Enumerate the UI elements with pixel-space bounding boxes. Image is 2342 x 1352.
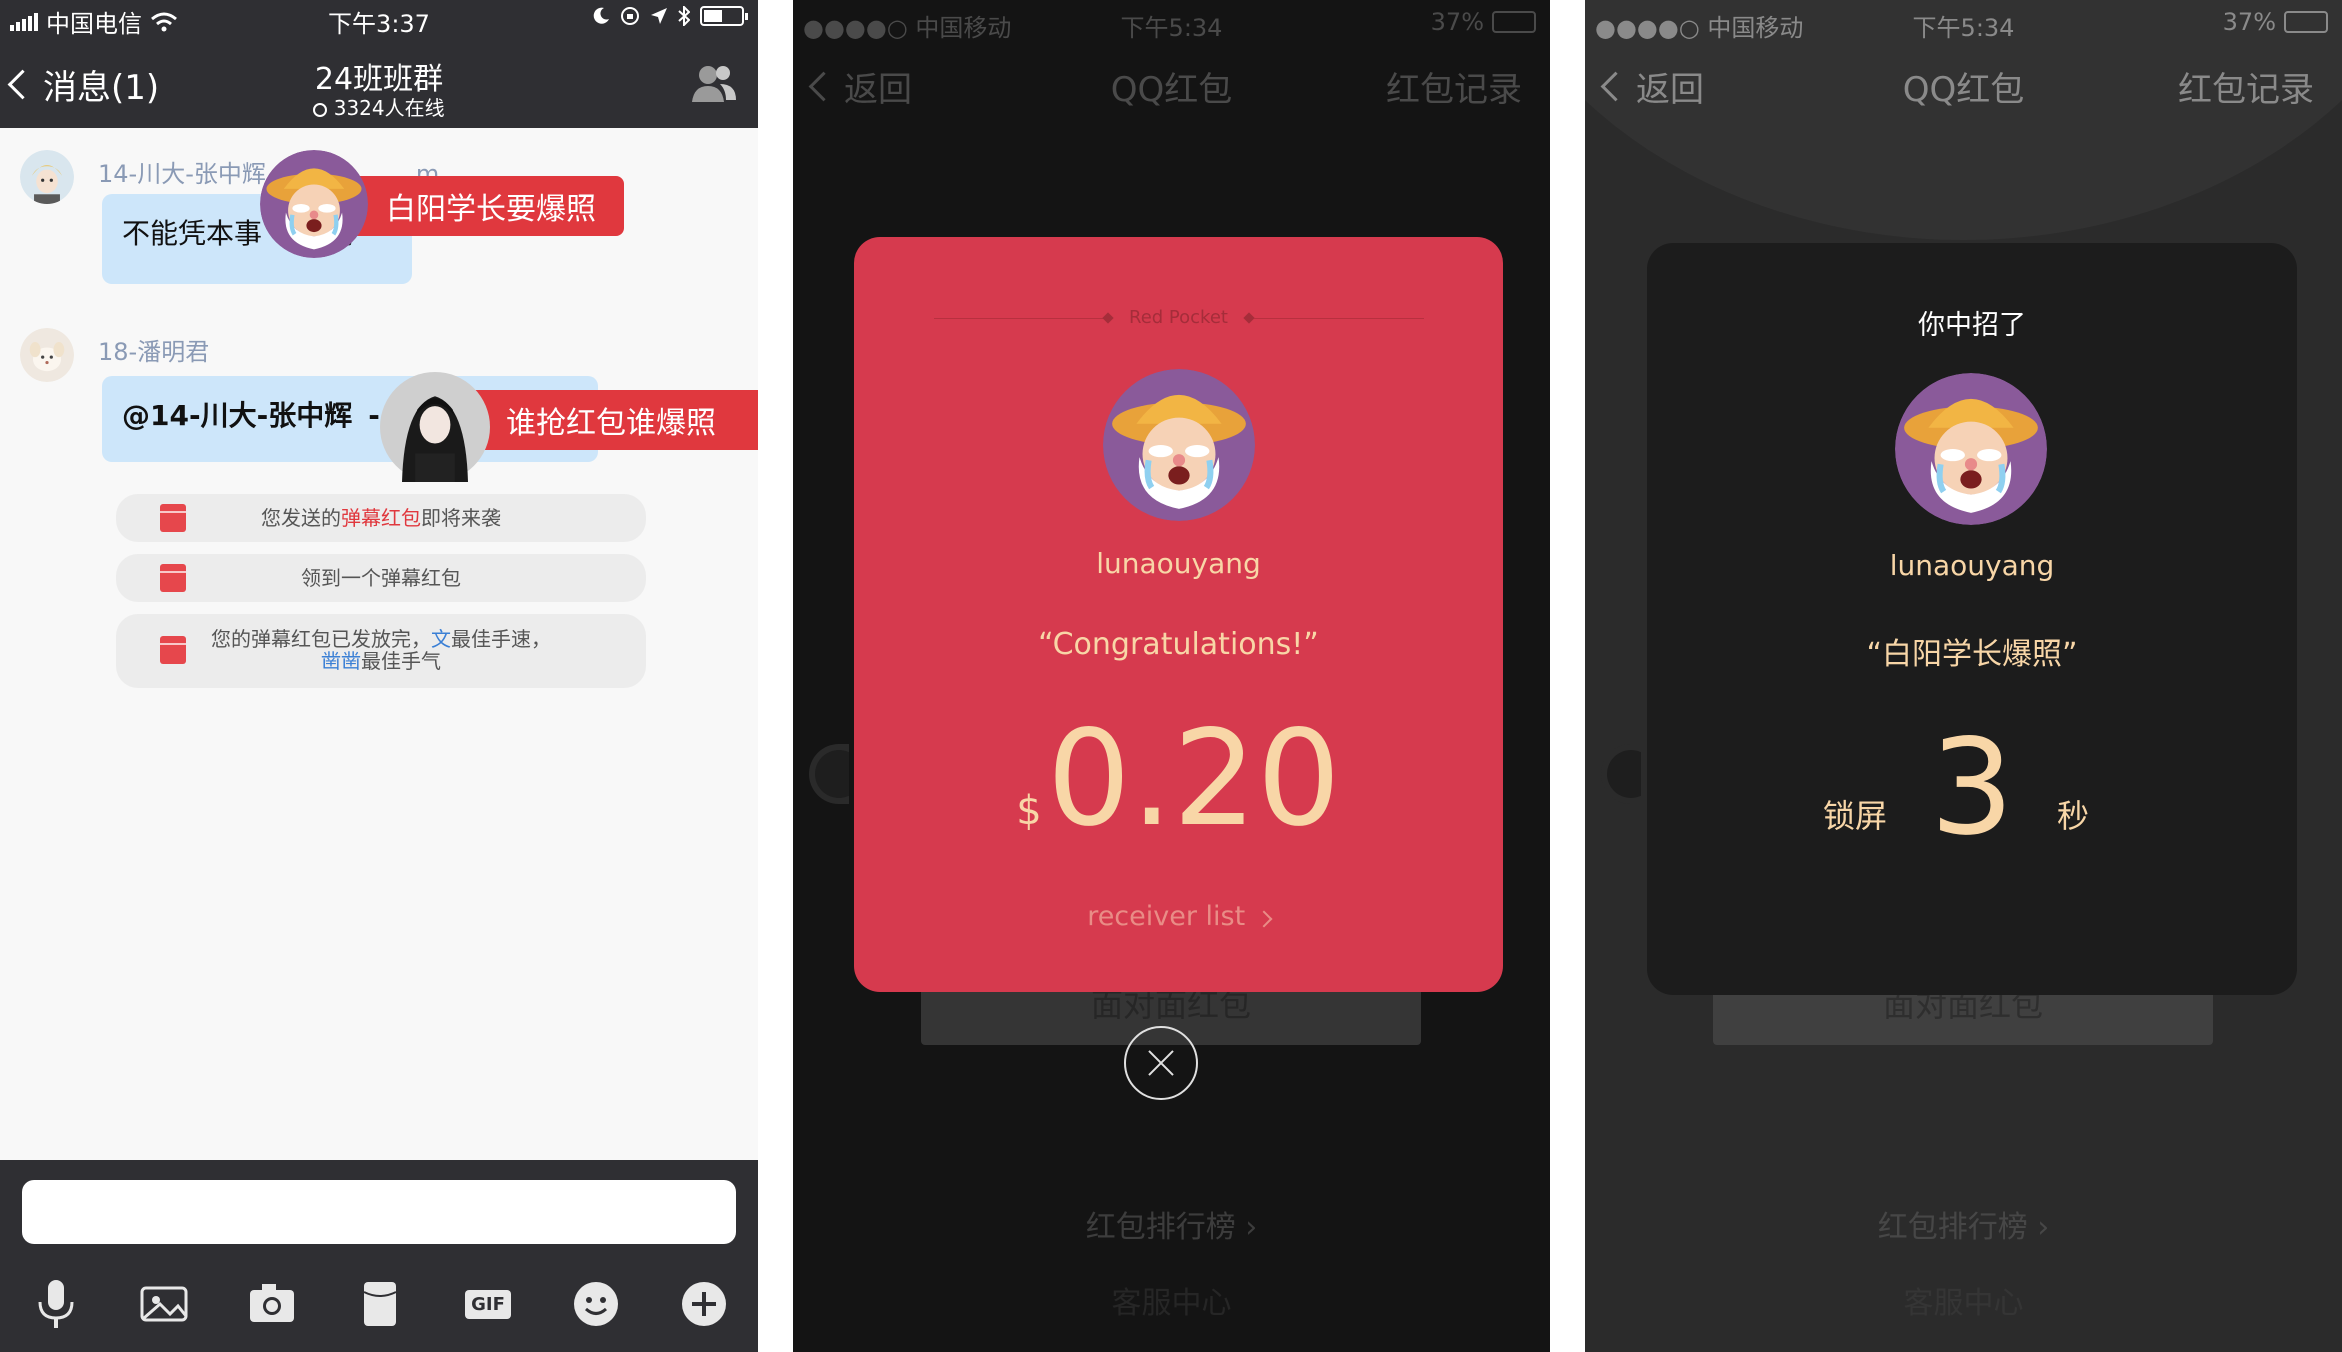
sender-username: lunaouyang [1096, 547, 1261, 580]
battery-icon [1492, 11, 1536, 33]
input-toolbar: GIF [0, 1160, 758, 1352]
camera-icon[interactable] [242, 1274, 302, 1334]
sender-avatar [1895, 373, 2047, 525]
red-packet-icon [160, 564, 186, 592]
lock-countdown: 锁屏 3 秒 [1647, 711, 2297, 865]
plus-icon[interactable] [674, 1274, 734, 1334]
online-icon [313, 102, 328, 117]
online-label: 3324人在线 [333, 96, 445, 120]
red-pocket-screen: ●●●●○ 中国移动 下午5:34 37% 返回 QQ红包 红包记录 面对面红包… [793, 0, 1550, 1352]
sender-username: lunaouyang [1889, 549, 2055, 582]
nav-bar: 返回 QQ红包 红包记录 [1585, 50, 2342, 120]
lock-screen-prank: ●●●●○ 中国移动 下午5:34 37% 返回 QQ红包 红包记录 面对面红包… [1585, 0, 2342, 1352]
receiver-list-link[interactable]: receiver list [854, 901, 1503, 932]
message-input[interactable] [22, 1180, 736, 1244]
bluetooth-icon [678, 6, 690, 26]
online-count: 3324人在线 [0, 92, 758, 121]
divider [1254, 318, 1424, 319]
microphone-icon[interactable] [26, 1274, 86, 1334]
ranking-link[interactable]: 红包排行榜 › [793, 1202, 1550, 1246]
red-packet-link[interactable]: 弹幕红包 [341, 506, 421, 530]
close-button[interactable] [1124, 1026, 1198, 1100]
sender-avatar [1103, 369, 1255, 521]
red-packet-icon [160, 636, 186, 664]
currency-symbol: $ [1016, 788, 1042, 834]
danmu-text: 谁抢红包谁爆照 [506, 406, 716, 441]
red-packet-icon[interactable] [350, 1274, 410, 1334]
prank-card: 你中招了 lunaouyang “白阳学长爆照” 锁屏 3 秒 [1647, 243, 2297, 995]
avatar[interactable] [20, 328, 74, 382]
countdown-seconds: 3 [1930, 711, 2014, 865]
danmu-text: 白阳学长要爆照 [386, 192, 596, 227]
avatar [809, 744, 849, 804]
danmu-avatar [380, 372, 490, 482]
ranking-link[interactable]: 红包排行榜 › [1585, 1202, 2342, 1246]
amount: $ 0.20 [854, 702, 1503, 856]
group-members-icon[interactable] [690, 62, 738, 104]
battery-icon [2284, 11, 2328, 33]
photo-icon[interactable] [134, 1274, 194, 1334]
service-link[interactable]: 客服中心 [793, 1278, 1550, 1322]
moon-icon [593, 7, 609, 24]
emoji-icon[interactable] [566, 1274, 626, 1334]
red-pocket-card: Red Pocket lunaouyang “Congratulations!”… [854, 237, 1503, 992]
amount-value: 0.20 [1046, 702, 1341, 856]
system-message: 您的弹幕红包已发放完，文最佳手速， 凿凿最佳手气 [116, 614, 646, 688]
sender-name: 18-潘明君 [98, 338, 210, 366]
battery-label: 37% [1430, 8, 1484, 36]
nav-bar: 返回 QQ红包 红包记录 [793, 50, 1550, 120]
chat-screen: 中国电信 下午3:37 消息(1) 24班班群 3324人在线 14-川大-张中… [0, 0, 758, 1352]
user-link[interactable]: 凿凿 [321, 649, 361, 673]
records-link[interactable]: 红包记录 [2178, 62, 2314, 111]
avatar [1601, 744, 1641, 804]
chevron-right-icon [1255, 910, 1273, 928]
location-icon [651, 8, 667, 24]
danmu-bullet: 白阳学长要爆照 [334, 176, 624, 236]
system-message: 领到一个弹幕红包 [116, 554, 646, 602]
battery-label: 37% [2222, 8, 2276, 36]
status-bar: 中国电信 下午3:37 [0, 0, 758, 40]
user-link[interactable]: 文 [431, 627, 451, 651]
battery-icon [700, 6, 748, 26]
greeting-text: “Congratulations!” [1038, 627, 1319, 662]
system-message: 您发送的弹幕红包即将来袭 [116, 494, 646, 542]
avatar[interactable] [20, 150, 74, 204]
prank-message: “白阳学长爆照” [1866, 637, 2078, 672]
records-link[interactable]: 红包记录 [1386, 62, 1522, 111]
danmu-avatar [260, 150, 368, 258]
status-bar: ●●●●○ 中国移动 下午5:34 37% [1585, 0, 2342, 44]
rotation-lock-icon [621, 7, 639, 25]
status-bar: ●●●●○ 中国移动 下午5:34 37% [793, 0, 1550, 44]
seconds-unit: 秒 [2057, 797, 2090, 835]
chat-nav-bar: 消息(1) 24班班群 3324人在线 [0, 40, 758, 128]
red-packet-icon [160, 504, 186, 532]
service-link[interactable]: 客服中心 [1585, 1278, 2342, 1322]
prank-heading: 你中招了 [1918, 310, 2026, 341]
gif-icon[interactable]: GIF [458, 1274, 518, 1334]
